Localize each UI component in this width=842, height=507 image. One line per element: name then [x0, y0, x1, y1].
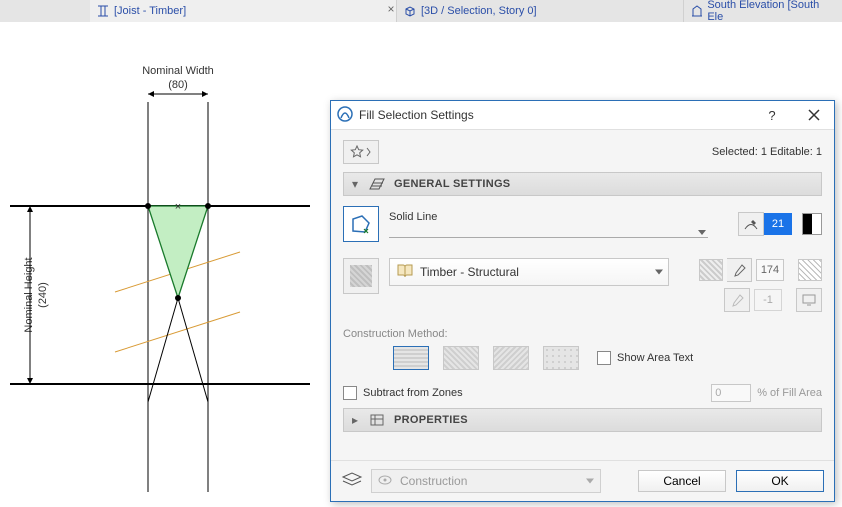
disclosure-right-icon: ▸: [350, 413, 360, 427]
dialog-close-button[interactable]: [798, 104, 830, 126]
show-area-text-label: Show Area Text: [617, 352, 693, 364]
fill-fg-pattern-button[interactable]: [699, 259, 723, 281]
joist-icon: [96, 4, 110, 18]
selection-status: Selected: 1 Editable: 1: [712, 146, 822, 158]
tab-3d-selection[interactable]: [3D / Selection, Story 0]: [397, 0, 684, 22]
pen-icon: [738, 212, 764, 236]
dim-width-label: Nominal Width: [142, 65, 214, 77]
material-label: Timber - Structural: [420, 265, 519, 279]
pen-fg-input[interactable]: [764, 213, 792, 235]
screen-icon[interactable]: [796, 288, 822, 312]
disclosure-down-icon: ▾: [350, 177, 360, 191]
favorites-button[interactable]: [343, 140, 379, 164]
elevation-icon: [690, 4, 703, 18]
properties-icon: [368, 414, 386, 426]
pen-color-swatch[interactable]: [802, 213, 822, 235]
fill-pattern-button[interactable]: [343, 258, 379, 294]
tab-label: [3D / Selection, Story 0]: [421, 5, 537, 17]
dialog-title: Fill Selection Settings: [359, 108, 474, 122]
svg-text:×: ×: [175, 201, 181, 213]
section-title: PROPERTIES: [394, 414, 468, 426]
subtract-label: Subtract from Zones: [363, 387, 463, 399]
cube-icon: [403, 4, 417, 18]
eye-icon: [378, 474, 392, 488]
fill-icon: [368, 178, 386, 190]
fill-geometry-button[interactable]: [343, 206, 379, 242]
layer-combo[interactable]: Construction: [371, 469, 601, 493]
show-area-text-checkbox[interactable]: Show Area Text: [597, 351, 693, 365]
building-material-dropdown[interactable]: Timber - Structural: [389, 258, 669, 286]
construction-method-label: Construction Method:: [343, 328, 822, 340]
material-icon: [396, 262, 414, 283]
cm-option-2[interactable]: [443, 346, 479, 370]
pen-disabled-icon: [724, 288, 750, 312]
section-general-settings[interactable]: ▾ GENERAL SETTINGS: [343, 172, 822, 196]
dim-width-value: (80): [168, 79, 188, 91]
line-type-dropdown[interactable]: Solid Line: [389, 211, 708, 238]
section-properties[interactable]: ▸ PROPERTIES: [343, 408, 822, 432]
fill-area-label: % of Fill Area: [757, 387, 822, 399]
pen-picker-fg[interactable]: [738, 212, 792, 236]
cm-option-3[interactable]: [493, 346, 529, 370]
pen-bg-icon: [727, 258, 752, 282]
section-title: GENERAL SETTINGS: [394, 178, 510, 190]
tab-label: South Elevation [South Ele: [707, 0, 832, 23]
help-button[interactable]: ?: [756, 104, 788, 126]
fill-area-pct-input: [711, 384, 751, 402]
fill-bg-pattern-button[interactable]: [798, 259, 822, 281]
cm-option-1[interactable]: [393, 346, 429, 370]
tab-label: [Joist - Timber]: [114, 5, 186, 17]
cm-option-4[interactable]: [543, 346, 579, 370]
dim-height-value: (240): [37, 282, 49, 308]
fill-selection-settings-dialog: Fill Selection Settings ? Selected: 1 Ed…: [330, 100, 835, 502]
tab-south-elevation[interactable]: South Elevation [South Ele: [684, 0, 842, 22]
dialog-titlebar[interactable]: Fill Selection Settings ?: [331, 101, 834, 130]
tab-joist-timber[interactable]: [Joist - Timber] ×: [90, 0, 397, 22]
pen-bg-input[interactable]: [756, 259, 784, 281]
layer-icon: [341, 472, 363, 491]
line-type-label: Solid Line: [389, 211, 708, 223]
layer-name: Construction: [400, 474, 467, 488]
subtract-from-zones-checkbox[interactable]: Subtract from Zones: [343, 386, 463, 400]
pen-disabled-input: [754, 289, 782, 311]
dim-height-label: Nominal Height: [23, 257, 35, 332]
app-tab-bar: [Joist - Timber] × [3D / Selection, Stor…: [0, 0, 842, 23]
close-icon[interactable]: ×: [384, 2, 398, 16]
archicad-icon: [337, 106, 353, 125]
cancel-button[interactable]: Cancel: [638, 470, 726, 492]
ok-button[interactable]: OK: [736, 470, 824, 492]
